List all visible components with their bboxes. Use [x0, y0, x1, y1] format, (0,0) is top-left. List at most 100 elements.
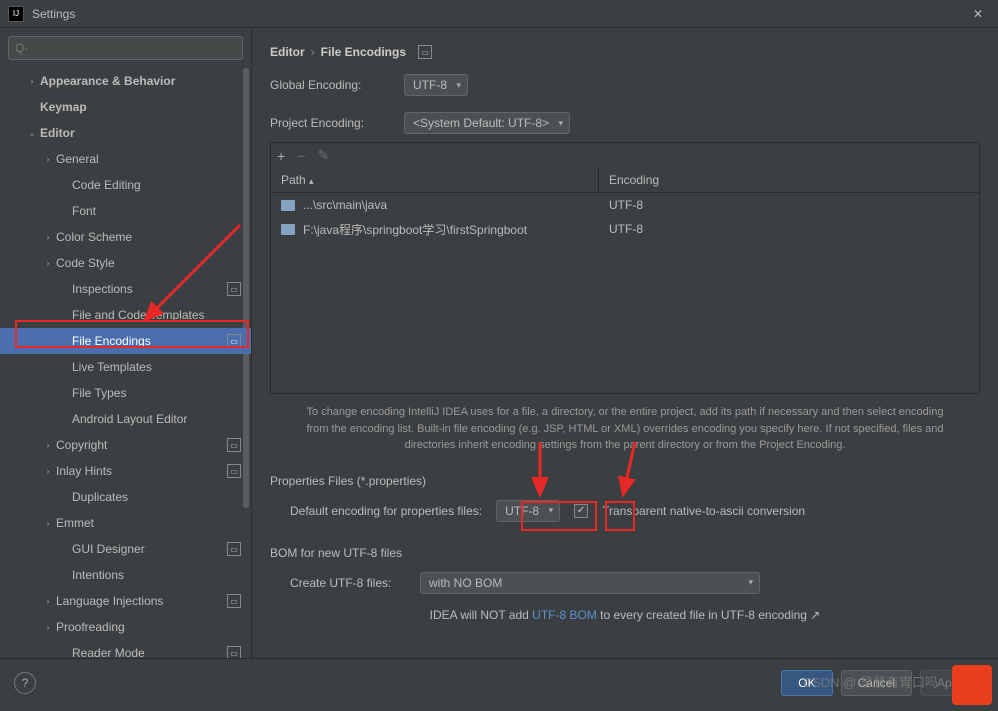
- tree-item-label: Code Editing: [72, 178, 141, 192]
- corner-badge-icon: [952, 665, 992, 705]
- tree-item-general[interactable]: ›General: [0, 146, 251, 172]
- tree-item-proofreading[interactable]: ›Proofreading: [0, 614, 251, 640]
- close-icon[interactable]: ✕: [966, 2, 990, 26]
- tree-item-duplicates[interactable]: Duplicates: [0, 484, 251, 510]
- tree-item-code-editing[interactable]: Code Editing: [0, 172, 251, 198]
- tree-item-label: GUI Designer: [72, 542, 145, 556]
- chevron-icon: ›: [40, 258, 56, 268]
- global-encoding-label: Global Encoding:: [270, 78, 390, 92]
- chevron-icon: ›: [40, 518, 56, 528]
- breadcrumb: Editor › File Encodings ▭: [270, 38, 980, 66]
- global-encoding-combo[interactable]: UTF-8: [404, 74, 468, 96]
- tree-item-color-scheme[interactable]: ›Color Scheme: [0, 224, 251, 250]
- tree-item-file-and-code-templates[interactable]: File and Code Templates: [0, 302, 251, 328]
- app-logo-icon: IJ: [8, 6, 24, 22]
- project-encoding-combo[interactable]: <System Default: UTF-8>: [404, 112, 570, 134]
- watermark: CSDN @ 早餐有胃口吗: [803, 672, 938, 691]
- tree-item-font[interactable]: Font: [0, 198, 251, 224]
- help-icon[interactable]: ?: [14, 672, 36, 694]
- create-utf8-combo[interactable]: with NO BOM: [420, 572, 760, 594]
- hint-text: To change encoding IntelliJ IDEA uses fo…: [270, 394, 980, 464]
- titlebar: IJ Settings ✕: [0, 0, 998, 28]
- tree-item-appearance-behavior[interactable]: ›Appearance & Behavior: [0, 68, 251, 94]
- path-cell: F:\java程序\springboot学习\firstSpringboot: [303, 221, 527, 238]
- folder-icon: [281, 224, 295, 235]
- properties-section-title: Properties Files (*.properties): [270, 474, 980, 488]
- tree-item-label: Android Layout Editor: [72, 412, 187, 426]
- chevron-icon: ›: [40, 622, 56, 632]
- chevron-icon: ›: [24, 76, 40, 86]
- chevron-icon: ⌄: [24, 128, 40, 139]
- props-encoding-label: Default encoding for properties files:: [290, 504, 482, 518]
- tree-item-inlay-hints[interactable]: ›Inlay Hints ▭: [0, 458, 251, 484]
- tree-item-label: Copyright: [56, 438, 107, 452]
- tree-item-reader-mode[interactable]: Reader Mode ▭: [0, 640, 251, 658]
- tree-item-keymap[interactable]: Keymap: [0, 94, 251, 120]
- settings-tree[interactable]: ›Appearance & BehaviorKeymap⌄Editor›Gene…: [0, 68, 251, 658]
- bom-help-text: IDEA will NOT add UTF-8 BOM to every cre…: [270, 608, 980, 622]
- tree-item-live-templates[interactable]: Live Templates: [0, 354, 251, 380]
- search-input[interactable]: [8, 36, 243, 60]
- table-toolbar: + − ✎: [271, 143, 979, 168]
- tree-item-language-injections[interactable]: ›Language Injections▭: [0, 588, 251, 614]
- edit-icon[interactable]: ✎: [317, 147, 329, 164]
- tree-item-editor[interactable]: ⌄Editor: [0, 120, 251, 146]
- table-row[interactable]: ...\src\main\javaUTF-8: [271, 193, 979, 217]
- folder-icon: [281, 200, 295, 211]
- project-scope-icon: ▭: [418, 45, 432, 59]
- tree-item-label: Color Scheme: [56, 230, 132, 244]
- tree-item-copyright[interactable]: ›Copyright▭: [0, 432, 251, 458]
- breadcrumb-file-encodings: File Encodings: [321, 45, 406, 59]
- tree-item-label: Proofreading: [56, 620, 125, 634]
- props-encoding-combo[interactable]: UTF-8: [496, 500, 560, 522]
- bom-section-title: BOM for new UTF-8 files: [270, 546, 980, 560]
- chevron-icon: ›: [40, 440, 56, 450]
- tree-item-gui-designer[interactable]: GUI Designer ▭: [0, 536, 251, 562]
- path-cell: ...\src\main\java: [303, 198, 387, 212]
- tree-item-label: Live Templates: [72, 360, 152, 374]
- sidebar: ›Appearance & BehaviorKeymap⌄Editor›Gene…: [0, 28, 252, 658]
- tree-item-label: File Types: [72, 386, 126, 400]
- breadcrumb-editor[interactable]: Editor: [270, 45, 305, 59]
- tree-item-label: Inlay Hints: [56, 464, 112, 478]
- tree-item-intentions[interactable]: Intentions: [0, 562, 251, 588]
- transparent-ascii-checkbox[interactable]: [574, 504, 588, 518]
- tree-item-file-encodings[interactable]: File Encodings▭: [0, 328, 251, 354]
- tree-item-label: Duplicates: [72, 490, 128, 504]
- project-scope-icon: ▭: [227, 542, 241, 556]
- create-utf8-label: Create UTF-8 files:: [290, 576, 406, 590]
- utf8-bom-link[interactable]: UTF-8 BOM: [532, 608, 597, 622]
- tree-item-label: Emmet: [56, 516, 94, 530]
- tree-item-label: Keymap: [40, 100, 87, 114]
- tree-item-label: Code Style: [56, 256, 115, 270]
- tree-item-android-layout-editor[interactable]: Android Layout Editor: [0, 406, 251, 432]
- tree-item-label: Inspections: [72, 282, 133, 296]
- project-scope-icon: ▭: [227, 334, 241, 348]
- chevron-icon: ›: [40, 466, 56, 476]
- col-path[interactable]: Path ▴: [271, 168, 599, 192]
- tree-item-label: Language Injections: [56, 594, 163, 608]
- tree-item-file-types[interactable]: File Types: [0, 380, 251, 406]
- tree-item-label: Intentions: [72, 568, 124, 582]
- project-scope-icon: ▭: [227, 646, 241, 658]
- project-scope-icon: ▭: [227, 282, 241, 296]
- chevron-icon: ›: [40, 154, 56, 164]
- add-icon[interactable]: +: [277, 148, 285, 164]
- remove-icon[interactable]: −: [297, 148, 305, 164]
- col-encoding[interactable]: Encoding: [599, 168, 979, 192]
- tree-item-label: General: [56, 152, 99, 166]
- project-scope-icon: ▭: [227, 594, 241, 608]
- tree-item-label: File and Code Templates: [72, 308, 205, 322]
- project-scope-icon: ▭: [227, 464, 241, 478]
- tree-item-emmet[interactable]: ›Emmet: [0, 510, 251, 536]
- chevron-icon: ›: [40, 232, 56, 242]
- tree-item-label: Reader Mode: [72, 646, 145, 658]
- encoding-cell: UTF-8: [599, 222, 979, 236]
- tree-item-label: Editor: [40, 126, 75, 140]
- main-panel: Editor › File Encodings ▭ Global Encodin…: [252, 28, 998, 658]
- tree-item-inspections[interactable]: Inspections ▭: [0, 276, 251, 302]
- table-row[interactable]: F:\java程序\springboot学习\firstSpringboot UT…: [271, 217, 979, 241]
- window-title: Settings: [32, 7, 75, 21]
- project-encoding-label: Project Encoding:: [270, 116, 390, 130]
- tree-item-code-style[interactable]: ›Code Style: [0, 250, 251, 276]
